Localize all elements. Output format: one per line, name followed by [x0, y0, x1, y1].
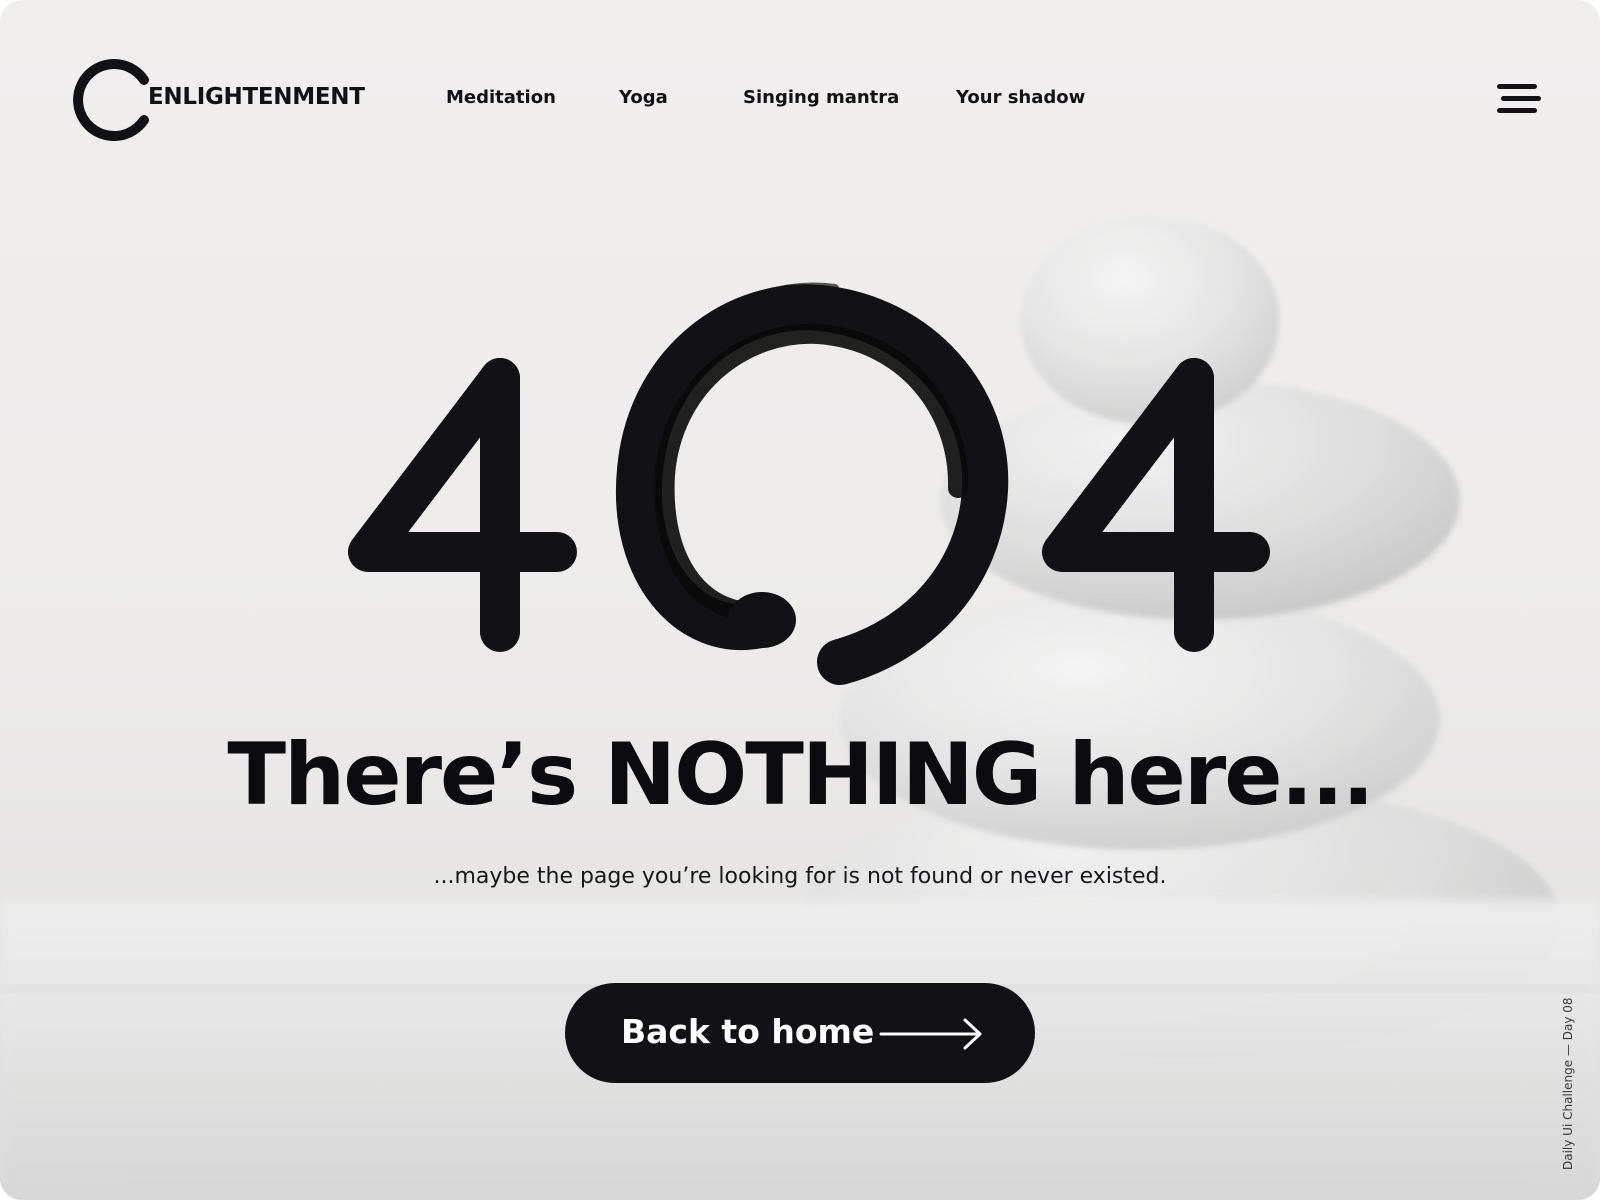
nav-item-singing-mantra[interactable]: Singing mantra [743, 89, 899, 107]
digit-four-right [1042, 358, 1270, 652]
logo-c-icon [73, 59, 149, 141]
arrow-right-icon [879, 1018, 982, 1050]
nav-item-meditation[interactable]: Meditation [446, 89, 556, 107]
digit-four-left [348, 358, 577, 652]
site-header: ENLIGHTENMENT Meditation Yoga Singing ma… [0, 0, 1600, 200]
brand-name: ENLIGHTENMENT [148, 84, 365, 110]
nav-item-your-shadow[interactable]: Your shadow [956, 89, 1085, 107]
back-to-home-label: Back to home [621, 1012, 875, 1051]
brand-logo[interactable]: ENLIGHTENMENT [68, 58, 368, 142]
enso-circle-icon [615, 282, 1009, 685]
challenge-credit: Daily Ui Challenge — Day 08 [1561, 997, 1575, 1170]
page-title: There’s NOTHING here... [227, 725, 1374, 825]
back-to-home-button[interactable]: Back to home [565, 983, 1035, 1083]
error-page: ENLIGHTENMENT Meditation Yoga Singing ma… [0, 0, 1600, 1200]
hamburger-menu-icon[interactable] [1497, 84, 1541, 114]
nav-item-yoga[interactable]: Yoga [619, 89, 668, 107]
error-description: ...maybe the page you’re looking for is … [433, 864, 1167, 889]
error-code-404 [348, 282, 1270, 685]
